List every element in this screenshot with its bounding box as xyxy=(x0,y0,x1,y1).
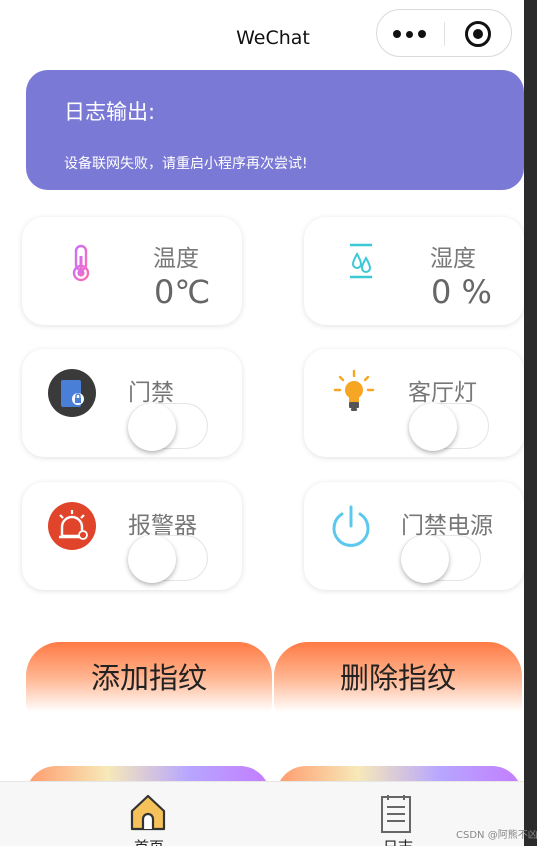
door-lock-icon xyxy=(48,369,96,417)
door-switch[interactable] xyxy=(128,403,208,451)
page-title: WeChat xyxy=(236,27,310,49)
document-icon xyxy=(381,795,411,833)
temperature-value: 0℃ xyxy=(154,273,211,311)
door-label: 门禁 xyxy=(128,380,174,406)
tab-bar: 首页 日志 xyxy=(0,781,524,846)
close-icon[interactable] xyxy=(465,21,491,47)
light-card: 客厅灯 xyxy=(304,349,524,457)
humidity-value: 0 % xyxy=(431,273,492,311)
temperature-label: 温度 xyxy=(153,246,199,272)
light-bulb-icon xyxy=(333,369,375,411)
home-icon xyxy=(130,794,166,831)
alarm-switch[interactable] xyxy=(128,535,208,583)
watermark: CSDN @阿熊不凶 xyxy=(456,830,537,841)
door-power-card: 门禁电源 xyxy=(304,482,524,590)
window-edge xyxy=(524,0,537,846)
door-card: 门禁 xyxy=(22,349,242,457)
tab-home[interactable]: 首页 xyxy=(18,782,280,846)
light-label: 客厅灯 xyxy=(408,380,477,406)
navigation-bar: WeChat xyxy=(0,0,524,70)
add-fingerprint-button[interactable]: 添加指纹 xyxy=(26,642,272,712)
menu-capsule xyxy=(376,9,512,57)
capsule-divider xyxy=(444,22,445,46)
humidity-label: 湿度 xyxy=(430,246,476,272)
switch-knob xyxy=(409,403,457,451)
more-icon[interactable] xyxy=(393,30,429,38)
light-switch[interactable] xyxy=(409,403,489,451)
alarm-icon xyxy=(48,502,96,550)
humidity-icon xyxy=(350,243,372,279)
alarm-card: 报警器 xyxy=(22,482,242,590)
log-title: 日志输出: xyxy=(64,100,156,124)
switch-knob xyxy=(128,403,176,451)
door-power-switch[interactable] xyxy=(401,535,481,583)
switch-knob xyxy=(128,535,176,583)
delete-fingerprint-button[interactable]: 删除指纹 xyxy=(274,642,522,712)
log-card: 日志输出: 设备联网失败，请重启小程序再次尝试! xyxy=(26,70,524,190)
log-message: 设备联网失败，请重启小程序再次尝试! xyxy=(64,156,308,172)
tab-home-label: 首页 xyxy=(18,836,280,846)
power-icon xyxy=(332,505,370,547)
switch-knob xyxy=(401,535,449,583)
humidity-card: 湿度 0 % xyxy=(304,217,524,325)
thermometer-icon xyxy=(72,244,90,282)
temperature-card: 温度 0℃ xyxy=(22,217,242,325)
